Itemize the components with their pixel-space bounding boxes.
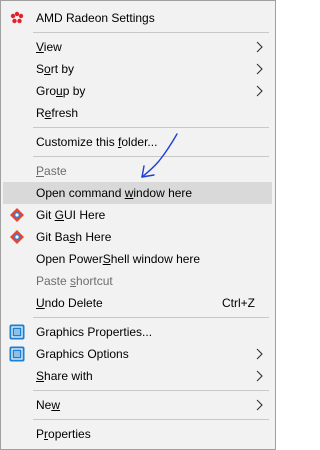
intel-graphics-icon xyxy=(9,346,25,362)
menu-item-sort-by[interactable]: Sort by xyxy=(3,58,272,80)
separator xyxy=(33,32,269,33)
menu-item-undo-delete[interactable]: Undo Delete Ctrl+Z xyxy=(3,292,272,314)
chevron-right-icon xyxy=(256,399,263,411)
menu-item-label: AMD Radeon Settings xyxy=(36,11,155,25)
menu-item-refresh[interactable]: Refresh xyxy=(3,102,272,124)
menu-item-properties[interactable]: Properties xyxy=(3,423,272,445)
menu-item-open-command-window[interactable]: Open command window here xyxy=(3,182,272,204)
chevron-right-icon xyxy=(256,85,263,97)
separator xyxy=(33,127,269,128)
chevron-right-icon xyxy=(256,370,263,382)
menu-item-share-with[interactable]: Share with xyxy=(3,365,272,387)
shortcut-label: Ctrl+Z xyxy=(222,296,255,310)
separator xyxy=(33,317,269,318)
pen-arrow-icon xyxy=(141,133,178,178)
menu-item-graphics-properties[interactable]: Graphics Properties... xyxy=(3,321,272,343)
menu-item-graphics-options[interactable]: Graphics Options xyxy=(3,343,272,365)
intel-graphics-icon xyxy=(9,324,25,340)
menu-item-git-gui[interactable]: Git GUI Here xyxy=(3,204,272,226)
separator xyxy=(33,390,269,391)
separator xyxy=(33,419,269,420)
menu-item-paste-shortcut: Paste shortcut xyxy=(36,274,113,288)
menu-item-group-by[interactable]: Group by xyxy=(3,80,272,102)
menu-item-amd-radeon-settings[interactable]: AMD Radeon Settings xyxy=(3,7,272,29)
context-menu: AMD Radeon Settings View Sort by Group b… xyxy=(0,0,276,450)
git-icon xyxy=(10,208,24,222)
menu-item-open-powershell[interactable]: Open PowerShell window here xyxy=(3,248,272,270)
menu-item-new[interactable]: New xyxy=(3,394,272,416)
git-icon xyxy=(10,230,24,244)
chevron-right-icon xyxy=(256,348,263,360)
chevron-right-icon xyxy=(256,63,263,75)
menu-item-view[interactable]: View xyxy=(3,36,272,58)
menu-item-git-bash[interactable]: Git Bash Here xyxy=(3,226,272,248)
chevron-right-icon xyxy=(256,41,263,53)
amd-radeon-icon xyxy=(10,11,24,24)
